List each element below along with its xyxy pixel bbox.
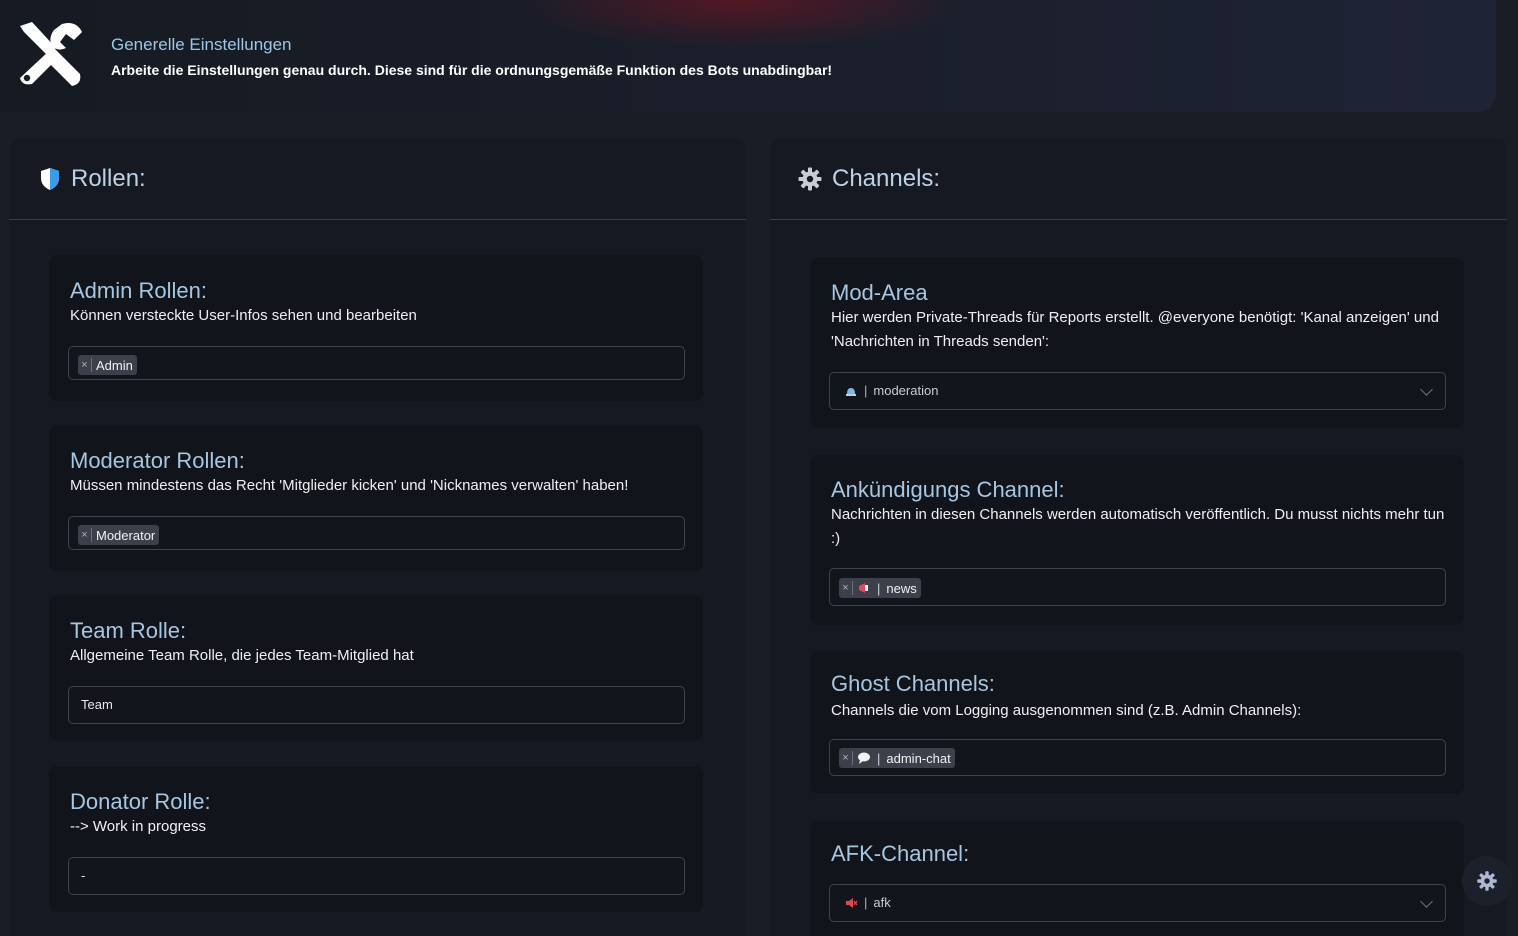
- mod-area-select[interactable]: | moderation: [829, 372, 1446, 410]
- card-description: Müssen mindestens das Recht 'Mitglieder …: [70, 477, 629, 494]
- settings-header: Generelle Einstellungen Arbeite die Eins…: [0, 0, 1496, 112]
- separator: |: [864, 383, 868, 398]
- announcement-channel-select[interactable]: × | news: [829, 568, 1446, 606]
- roles-panel-header: Rollen:: [9, 138, 746, 220]
- speech-bubble-icon: [858, 752, 870, 764]
- card-description: Nachrichten in diesen Channels werden au…: [831, 506, 1445, 547]
- selected-value: -: [81, 868, 86, 883]
- remove-tag-button[interactable]: ×: [78, 528, 92, 542]
- settings-fab-button[interactable]: [1462, 856, 1512, 906]
- channels-panel-header: Channels:: [770, 138, 1507, 220]
- ghost-channels-card: Ghost Channels: Channels die vom Logging…: [810, 651, 1464, 794]
- card-title: Ankündigungs Channel:: [831, 477, 1065, 502]
- role-tag: × Moderator: [78, 525, 160, 545]
- selected-channel: | moderation: [844, 383, 938, 398]
- channel-name: news: [886, 580, 917, 596]
- card-title: Ghost Channels:: [831, 671, 995, 696]
- admin-roles-select[interactable]: × Admin: [68, 346, 685, 380]
- settings-page: Generelle Einstellungen Arbeite die Eins…: [0, 0, 1518, 936]
- tools-icon: [20, 22, 82, 86]
- afk-channel-card: AFK-Channel: | afk: [810, 821, 1464, 936]
- separator: |: [877, 580, 881, 596]
- admin-roles-card: Admin Rollen: Können versteckte User-Inf…: [49, 255, 703, 401]
- card-description: Channels die vom Logging ausgenommen sin…: [831, 702, 1302, 719]
- card-description: Allgemeine Team Rolle, die jedes Team-Mi…: [70, 647, 414, 664]
- police-light-icon: [846, 387, 856, 396]
- channels-panel-title: Channels:: [832, 165, 941, 192]
- shield-icon: [41, 168, 59, 190]
- team-role-card: Team Rolle: Allgemeine Team Rolle, die j…: [49, 595, 703, 741]
- moderator-roles-select[interactable]: × Moderator: [68, 516, 685, 550]
- donator-role-card: Donator Rolle: --> Work in progress -: [49, 766, 703, 912]
- settings-gear-icon: [1477, 871, 1497, 891]
- separator: |: [877, 750, 881, 766]
- roles-panel-title: Rollen:: [71, 165, 146, 192]
- card-title: Mod-Area: [831, 280, 928, 305]
- card-description: --> Work in progress: [70, 818, 207, 835]
- role-tag: × Admin: [78, 355, 137, 375]
- announcement-channel-card: Ankündigungs Channel: Nachrichten in die…: [810, 455, 1464, 625]
- afk-channel-select[interactable]: | afk: [829, 884, 1446, 922]
- remove-tag-button[interactable]: ×: [839, 581, 853, 595]
- muted-speaker-icon: [846, 897, 858, 908]
- page-title: Generelle Einstellungen: [111, 35, 292, 54]
- megaphone-icon: [859, 583, 868, 593]
- channel-name: admin-chat: [886, 750, 951, 766]
- donator-role-select[interactable]: -: [68, 857, 685, 895]
- card-description: Hier werden Private-Threads für Reports …: [831, 309, 1439, 350]
- chevron-down-icon: [1420, 383, 1433, 396]
- team-role-select[interactable]: Team: [68, 686, 685, 724]
- channel-tag: × | news: [839, 578, 921, 598]
- card-description: Können versteckte User-Infos sehen und b…: [70, 307, 417, 324]
- gear-icon: [798, 167, 822, 191]
- channel-name: moderation: [873, 383, 939, 398]
- channel-name: afk: [873, 895, 891, 910]
- card-title: Donator Rolle:: [70, 789, 211, 814]
- ghost-channels-select[interactable]: × | admin-chat: [829, 739, 1446, 776]
- page-subtitle: Arbeite die Einstellungen genau durch. D…: [111, 62, 833, 78]
- card-title: Moderator Rollen:: [70, 448, 245, 473]
- card-title: Team Rolle:: [70, 618, 187, 643]
- tag-label: Moderator: [96, 527, 156, 543]
- roles-panel: Rollen: Admin Rollen: Können versteckte …: [9, 138, 746, 936]
- moderator-roles-card: Moderator Rollen: Müssen mindestens das …: [49, 425, 703, 571]
- separator: |: [864, 895, 868, 910]
- channel-tag: × | admin-chat: [839, 748, 955, 768]
- chevron-down-icon: [1420, 895, 1433, 908]
- selected-value: Team: [81, 697, 113, 712]
- tag-label: Admin: [96, 357, 133, 373]
- selected-channel: | afk: [844, 895, 891, 910]
- remove-tag-button[interactable]: ×: [839, 751, 853, 765]
- card-title: AFK-Channel:: [831, 841, 970, 866]
- mod-area-card: Mod-Area Hier werden Private-Threads für…: [810, 258, 1464, 428]
- remove-tag-button[interactable]: ×: [78, 358, 92, 372]
- channels-panel: Channels: Mod-Area Hier werden Private-T…: [770, 138, 1507, 936]
- card-title: Admin Rollen:: [70, 278, 207, 303]
